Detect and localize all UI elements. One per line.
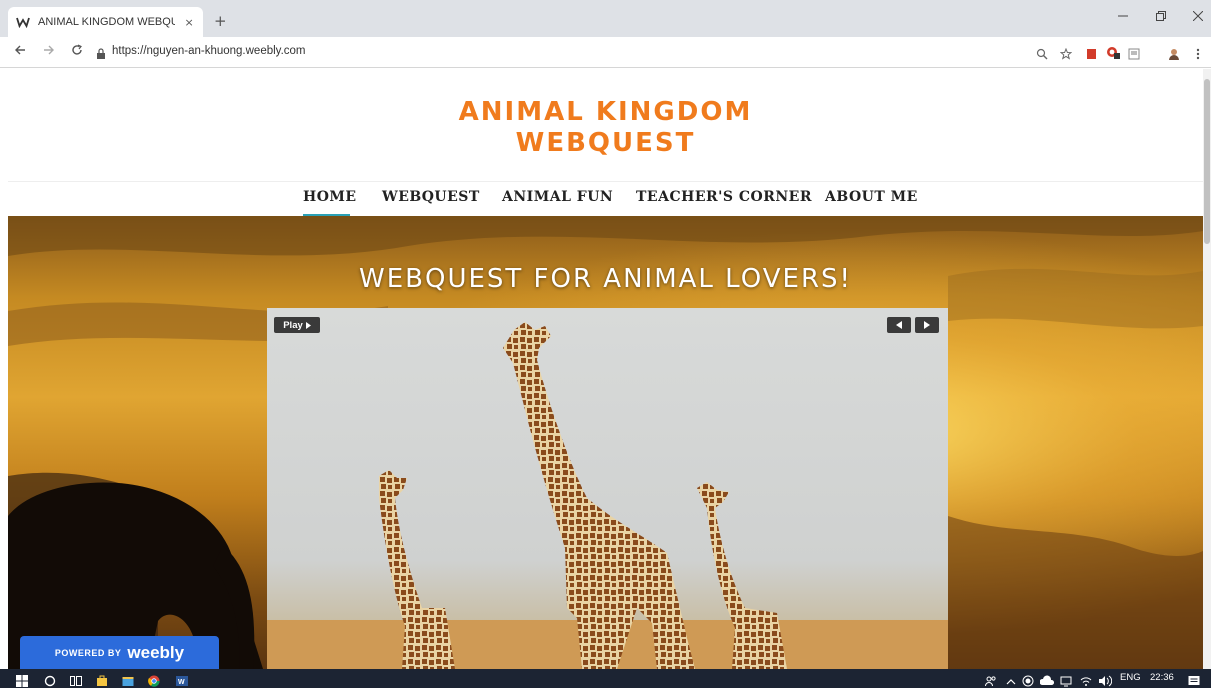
slideshow-play-button[interactable]: Play	[274, 317, 320, 333]
profile-avatar[interactable]	[1168, 45, 1180, 64]
word-icon[interactable]: W	[176, 672, 188, 688]
browser-tabstrip: ANIMAL KINGDOM WEBQUEST × +	[0, 0, 1211, 37]
close-window-icon[interactable]	[1192, 10, 1204, 24]
reload-icon[interactable]	[71, 44, 83, 60]
extension-o-icon[interactable]	[1106, 45, 1122, 64]
play-icon	[305, 321, 311, 329]
nav-teachers-corner[interactable]: TEACHER'S CORNER	[636, 189, 812, 205]
site-title-line2: WEBQUEST	[515, 128, 696, 158]
prev-arrow-icon	[896, 321, 902, 329]
people-icon[interactable]	[985, 672, 997, 688]
minimize-icon[interactable]	[1118, 10, 1128, 24]
page-scrollbar[interactable]	[1203, 69, 1211, 669]
svg-text:W: W	[178, 679, 185, 686]
restore-icon[interactable]	[1156, 10, 1166, 24]
extension-gray-icon[interactable]	[1128, 45, 1140, 64]
chevron-up-icon[interactable]	[1006, 672, 1016, 688]
windows-taskbar: W ENG 22:36	[0, 669, 1211, 688]
chrome-icon[interactable]	[148, 672, 160, 688]
network-icon[interactable]	[1060, 672, 1072, 688]
input-language[interactable]: ENG	[1120, 672, 1141, 683]
tab-close-icon[interactable]: ×	[183, 16, 195, 29]
url-text: https://nguyen-an-khuong.weebly.com	[112, 45, 306, 57]
browser-tab[interactable]: ANIMAL KINGDOM WEBQUEST ×	[8, 7, 203, 37]
menu-dots-icon[interactable]	[1196, 45, 1200, 64]
play-label: Play	[283, 319, 303, 331]
site-title-line1: ANIMAL KINGDOM	[458, 97, 753, 127]
address-bar[interactable]: https://nguyen-an-khuong.weebly.com	[96, 43, 1096, 63]
wifi-icon[interactable]	[1080, 672, 1092, 688]
nav-animal-fun[interactable]: ANIMAL FUN	[502, 189, 613, 205]
back-icon[interactable]	[14, 44, 26, 60]
tab-title: ANIMAL KINGDOM WEBQUEST	[38, 16, 176, 28]
windows-start-icon[interactable]	[16, 672, 28, 688]
lock-icon	[96, 45, 106, 64]
nav-home[interactable]: HOME	[303, 189, 357, 205]
site-header: ANIMAL KINGDOM WEBQUEST	[8, 69, 1203, 182]
cortana-search-icon[interactable]	[44, 672, 56, 688]
scrollbar-thumb[interactable]	[1204, 79, 1210, 244]
weebly-logo: weebly	[127, 643, 185, 662]
weebly-favicon-icon	[16, 15, 30, 29]
volume-icon[interactable]	[1098, 672, 1113, 688]
nav-about-me[interactable]: ABOUT ME	[825, 189, 918, 205]
system-clock[interactable]: 22:36	[1150, 672, 1174, 683]
browser-toolbar: https://nguyen-an-khuong.weebly.com	[0, 37, 1211, 68]
giraffes-photo	[267, 322, 948, 669]
hero-title: WEBQUEST FOR ANIMAL LOVERS!	[359, 264, 852, 294]
hero-banner: WEBQUEST FOR ANIMAL LOVERS! Play	[8, 216, 1203, 669]
new-tab-button[interactable]: +	[214, 12, 227, 30]
screen: ANIMAL KINGDOM WEBQUEST × + https://ngu	[0, 0, 1211, 688]
slideshow-prev-button[interactable]	[887, 317, 911, 333]
zoom-icon[interactable]	[1036, 45, 1048, 64]
forward-icon[interactable]	[43, 44, 55, 60]
main-nav: HOME WEBQUEST ANIMAL FUN TEACHER'S CORNE…	[8, 182, 1203, 216]
file-explorer-icon[interactable]	[122, 672, 134, 688]
notifications-icon[interactable]	[1188, 672, 1200, 688]
next-arrow-icon	[924, 321, 930, 329]
slideshow-next-button[interactable]	[915, 317, 939, 333]
store-icon[interactable]	[96, 672, 108, 688]
slideshow[interactable]: Play	[267, 308, 948, 669]
site-title[interactable]: ANIMAL KINGDOM WEBQUEST	[8, 97, 1203, 159]
powered-by-weebly-badge[interactable]: POWERED BY weebly	[20, 636, 219, 670]
task-view-icon[interactable]	[70, 672, 82, 688]
onedrive-icon[interactable]	[1039, 672, 1055, 688]
nav-webquest[interactable]: WEBQUEST	[382, 189, 480, 205]
extension-red-icon[interactable]	[1086, 45, 1098, 64]
bookmark-star-icon[interactable]	[1059, 45, 1073, 64]
record-icon[interactable]	[1022, 672, 1034, 688]
web-page: ANIMAL KINGDOM WEBQUEST HOME WEBQUEST AN…	[8, 69, 1203, 669]
powered-by-text: POWERED BY	[54, 648, 122, 658]
